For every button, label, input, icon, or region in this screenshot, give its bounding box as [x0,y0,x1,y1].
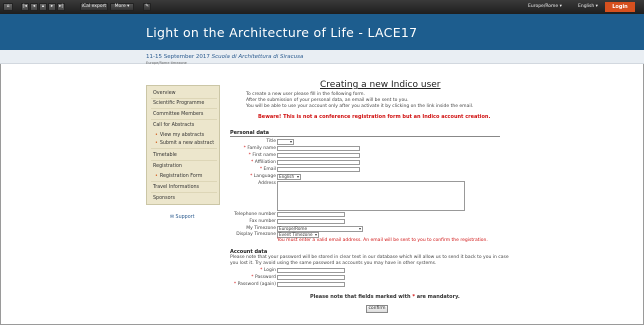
title-select[interactable] [277,139,294,145]
sidebar-item-call-for-abstracts[interactable]: Call for Abstracts [153,123,194,128]
password-label: * Password [251,275,276,280]
sidebar-item-timetable[interactable]: Timetable [153,153,177,158]
sidebar-divider [151,160,217,161]
sidebar-divider [151,119,217,120]
language-selector[interactable]: English ▾ [578,3,598,11]
telephone-input[interactable] [277,212,345,217]
login-input[interactable] [277,268,345,273]
more-menu-button[interactable]: More ▾ [110,3,134,11]
address-textarea[interactable] [277,181,465,211]
first-icon[interactable]: |◂ [21,3,29,11]
fax-label: Fax number [249,219,276,224]
conference-timezone: Europe/Rome timezone [146,61,187,65]
password-input[interactable] [277,275,345,280]
mandatory-fields-note: Please note that fields marked with * ar… [310,294,460,300]
account-note-line-1: Please note that your password will be s… [230,255,509,260]
my-timezone-label: My Timezone [246,226,276,231]
timezone-selector[interactable]: Europe/Rome ▾ [528,3,562,11]
sidebar-item-registration[interactable]: Registration [153,164,182,169]
up-icon[interactable]: ▴ [39,3,47,11]
sidebar-divider [151,181,217,182]
email-field[interactable] [277,167,360,172]
intro-line-3: You will be able to use your account onl… [246,104,474,109]
conference-title[interactable]: Light on the Architecture of Life - LACE… [146,25,417,40]
page-title: Creating a new Indico user [320,80,441,90]
account-note-line-2: you lost it. Try avoid using the same pa… [230,261,437,266]
password-again-input[interactable] [277,282,345,287]
email-label: * Email [259,167,276,172]
sidebar-menu: Overview Scientific Programme Committee … [146,85,220,205]
intro-line-1: To create a new user please fill in the … [246,92,365,97]
affiliation-label: * Affiliation [251,160,276,165]
confirm-button[interactable]: confirm [366,305,388,313]
support-link[interactable]: ✉ Support [170,215,195,220]
sidebar-item-travel[interactable]: Travel Informations [153,185,199,190]
conference-venue: Scuola di Architettura di Siracusa [211,54,304,60]
sidebar-divider [151,98,217,99]
sidebar-item-overview[interactable]: Overview [153,91,176,96]
sidebar-item-view-abstracts[interactable]: View my abstracts [155,133,204,138]
telephone-label: Telephone number [234,212,276,217]
intro-line-2: After the submission of your personal da… [246,98,409,103]
sidebar-item-committee[interactable]: Committee Members [153,112,203,117]
affiliation-input[interactable] [277,160,360,165]
sidebar-divider [151,192,217,193]
section-divider [230,136,500,137]
first-name-label: * First name [248,153,276,158]
sidebar-divider [151,108,217,109]
login-label: * Login [260,268,276,273]
conference-dates: 11-15 September 2017 Scuola di Architett… [146,54,304,60]
warning-message: Beware! This is not a conference registr… [258,114,491,120]
prev-icon[interactable]: ◂ [30,3,38,11]
next-icon[interactable]: ▸ [48,3,56,11]
sidebar-item-submit-abstract[interactable]: Submit a new abstract [155,141,214,146]
language-label: * Language [250,174,276,179]
last-icon[interactable]: ▸| [57,3,65,11]
address-label: Address [258,181,276,186]
edit-icon[interactable]: ✎ [143,3,151,11]
email-error-message: You must enter a valid email address. An… [277,238,488,243]
conference-info-bar [0,50,644,64]
login-button[interactable]: Login [605,2,635,12]
family-name-label: * Family name [243,146,276,151]
password-again-label: * Password (again) [233,282,276,287]
home-icon[interactable]: ⌂ [3,3,13,11]
sidebar-item-registration-form[interactable]: Registration Form [155,174,203,179]
ical-export-button[interactable]: iCal export [80,3,108,11]
sidebar-divider [151,148,217,149]
language-select[interactable]: English [277,174,301,180]
sidebar-item-sponsors[interactable]: Sponsors [153,196,175,201]
family-name-input[interactable] [277,146,360,151]
top-toolbar: ⌂ |◂ ◂ ▴ ▸ ▸| iCal export More ▾ ✎ Europ… [0,0,644,14]
fax-input[interactable] [277,219,345,224]
first-name-input[interactable] [277,153,360,158]
title-label: Title [266,139,276,144]
display-timezone-label: Display Timezone [236,232,276,237]
conference-banner: Light on the Architecture of Life - LACE… [0,14,644,50]
sidebar-item-scientific-programme[interactable]: Scientific Programme [153,101,204,106]
